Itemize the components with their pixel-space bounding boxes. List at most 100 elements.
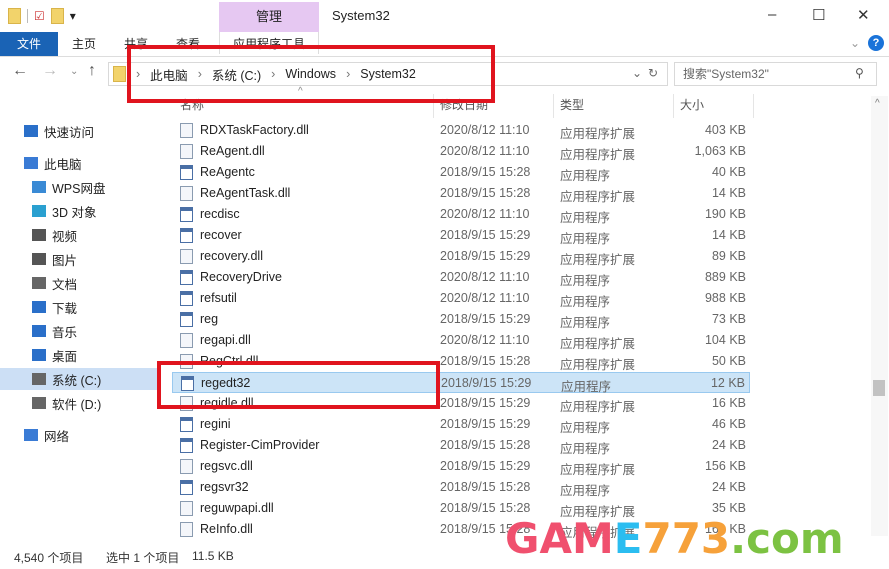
recent-dropdown-icon[interactable]: ⌄ [70, 66, 78, 90]
quick-access-toolbar: ☑ ▾ [8, 6, 76, 26]
sidebar-item[interactable]: 桌面 [0, 344, 158, 366]
file-row[interactable]: regapi.dll 2020/8/12 11:10 应用程序扩展 104 KB [172, 330, 750, 351]
sidebar-item[interactable]: 快速访问 [0, 120, 158, 142]
sidebar-item[interactable]: 音乐 [0, 320, 158, 342]
expand-ribbon-icon[interactable]: ⌄ [850, 36, 860, 50]
music-icon [32, 325, 46, 337]
file-type: 应用程序扩展 [560, 148, 636, 162]
annotation-box-address [127, 45, 495, 103]
file-row[interactable]: regini 2018/9/15 15:29 应用程序 46 KB [172, 414, 750, 435]
application-icon [180, 270, 193, 285]
sidebar-item-label: WPS网盘 [52, 181, 106, 196]
application-icon [180, 291, 193, 306]
dll-file-icon [180, 501, 193, 516]
file-size: 50 KB [711, 354, 746, 368]
file-row[interactable]: reg 2018/9/15 15:29 应用程序 73 KB [172, 309, 750, 330]
drive-icon [32, 397, 46, 409]
file-date: 2018/9/15 15:29 [440, 417, 531, 431]
sidebar-item[interactable]: 3D 对象 [0, 200, 158, 222]
file-date: 2018/9/15 15:29 [440, 459, 531, 473]
sidebar-item[interactable]: 视频 [0, 224, 158, 246]
divider [673, 94, 674, 118]
search-icon: ⚲ [855, 66, 864, 80]
application-icon [180, 207, 193, 222]
file-type: 应用程序 [560, 211, 611, 225]
forward-button[interactable]: → [42, 62, 58, 86]
file-type: 应用程序 [560, 316, 611, 330]
file-row[interactable]: ReAgentc 2018/9/15 15:28 应用程序 40 KB [172, 162, 750, 183]
sidebar-item[interactable]: 图片 [0, 248, 158, 270]
file-size: 14 KB [711, 228, 746, 242]
new-folder-icon[interactable] [50, 8, 64, 24]
tab-home[interactable]: 主页 [58, 32, 110, 56]
file-row[interactable]: ReAgent.dll 2020/8/12 11:10 应用程序扩展 1,063 KB [172, 141, 750, 162]
properties-icon[interactable]: ☑ [34, 9, 45, 23]
vertical-scrollbar[interactable] [871, 96, 888, 536]
watermark-logo: GAME773.com [505, 514, 844, 563]
file-row[interactable]: recover 2018/9/15 15:29 应用程序 14 KB [172, 225, 750, 246]
file-row[interactable]: recovery.dll 2018/9/15 15:29 应用程序扩展 89 KB [172, 246, 750, 267]
file-date: 2020/8/12 11:10 [440, 207, 530, 221]
dll-file-icon [180, 144, 193, 159]
file-row[interactable]: regsvc.dll 2018/9/15 15:29 应用程序扩展 156 KB [172, 456, 750, 477]
file-name: reg [200, 312, 219, 326]
file-size: 14 KB [711, 186, 746, 200]
sidebar-item[interactable]: 软件 (D:) [0, 392, 158, 414]
file-size: 190 KB [704, 207, 746, 221]
search-input[interactable]: 搜索"System32" [674, 62, 877, 86]
file-size: 46 KB [711, 417, 746, 431]
sidebar-item[interactable]: 此电脑 [0, 152, 158, 174]
maximize-button[interactable]: ☐ [812, 6, 825, 24]
file-row[interactable]: RecoveryDrive 2020/8/12 11:10 应用程序 889 KB [172, 267, 750, 288]
file-name: reguwpapi.dll [200, 501, 274, 515]
sidebar-item[interactable]: 网络 [0, 424, 158, 446]
sidebar-item-label: 网络 [44, 429, 70, 444]
file-name: refsutil [200, 291, 237, 305]
sidebar-item[interactable]: 文档 [0, 272, 158, 294]
tab-file[interactable]: 文件 [0, 32, 58, 56]
file-name: recovery.dll [200, 249, 263, 263]
sidebar-item[interactable]: WPS网盘 [0, 176, 158, 198]
file-date: 2018/9/15 15:29 [440, 249, 531, 263]
file-name: RDXTaskFactory.dll [200, 123, 309, 137]
file-size: 40 KB [711, 165, 746, 179]
file-row[interactable]: RDXTaskFactory.dll 2020/8/12 11:10 应用程序扩展 4… [172, 120, 750, 141]
file-date: 2018/9/15 15:28 [440, 186, 531, 200]
cloud-icon [32, 181, 46, 193]
selection-size: 11.5 KB [192, 549, 234, 563]
annotation-box-regedt32 [157, 361, 440, 409]
file-date: 2018/9/15 15:28 [440, 165, 531, 179]
sidebar-item[interactable]: 系统 (C:) [0, 368, 158, 390]
address-dropdown-icon[interactable]: ⌄ [632, 66, 642, 80]
column-header-size[interactable]: 大小 [680, 96, 704, 116]
cube-icon [32, 205, 46, 217]
sidebar-item-label: 3D 对象 [52, 205, 97, 220]
customize-dropdown-icon[interactable]: ▾ [70, 9, 76, 23]
file-row[interactable]: regsvr32 2018/9/15 15:28 应用程序 24 KB [172, 477, 750, 498]
close-button[interactable]: ✕ [857, 6, 870, 24]
file-size: 16 KB [711, 396, 746, 410]
file-date: 2020/8/12 11:10 [440, 270, 530, 284]
scroll-up-icon[interactable]: ^ [875, 98, 880, 109]
column-header-type[interactable]: 类型 [560, 96, 584, 116]
refresh-icon[interactable]: ↻ [648, 66, 658, 80]
file-date: 2018/9/15 15:29 [440, 228, 531, 242]
file-row[interactable]: Register-CimProvider 2018/9/15 15:28 应用程序 2… [172, 435, 750, 456]
file-date: 2018/9/15 15:28 [440, 480, 531, 494]
folder-icon[interactable] [8, 8, 21, 24]
back-button[interactable]: ← [12, 62, 28, 86]
minimize-button[interactable]: – [768, 6, 776, 23]
application-icon [180, 228, 193, 243]
context-tab-manage[interactable]: 管理 [219, 2, 319, 32]
file-row[interactable]: refsutil 2020/8/12 11:10 应用程序 988 KB [172, 288, 750, 309]
help-icon[interactable]: ? [868, 35, 884, 51]
file-row[interactable]: ReAgentTask.dll 2018/9/15 15:28 应用程序扩展 14 K… [172, 183, 750, 204]
up-button[interactable]: ↑ [88, 62, 96, 86]
sidebar-item[interactable]: 下载 [0, 296, 158, 318]
file-row[interactable]: recdisc 2020/8/12 11:10 应用程序 190 KB [172, 204, 750, 225]
file-size: 73 KB [711, 312, 746, 326]
file-name: recdisc [200, 207, 240, 221]
application-icon [180, 480, 193, 495]
dll-file-icon [180, 186, 193, 201]
scrollbar-thumb[interactable] [873, 380, 885, 396]
